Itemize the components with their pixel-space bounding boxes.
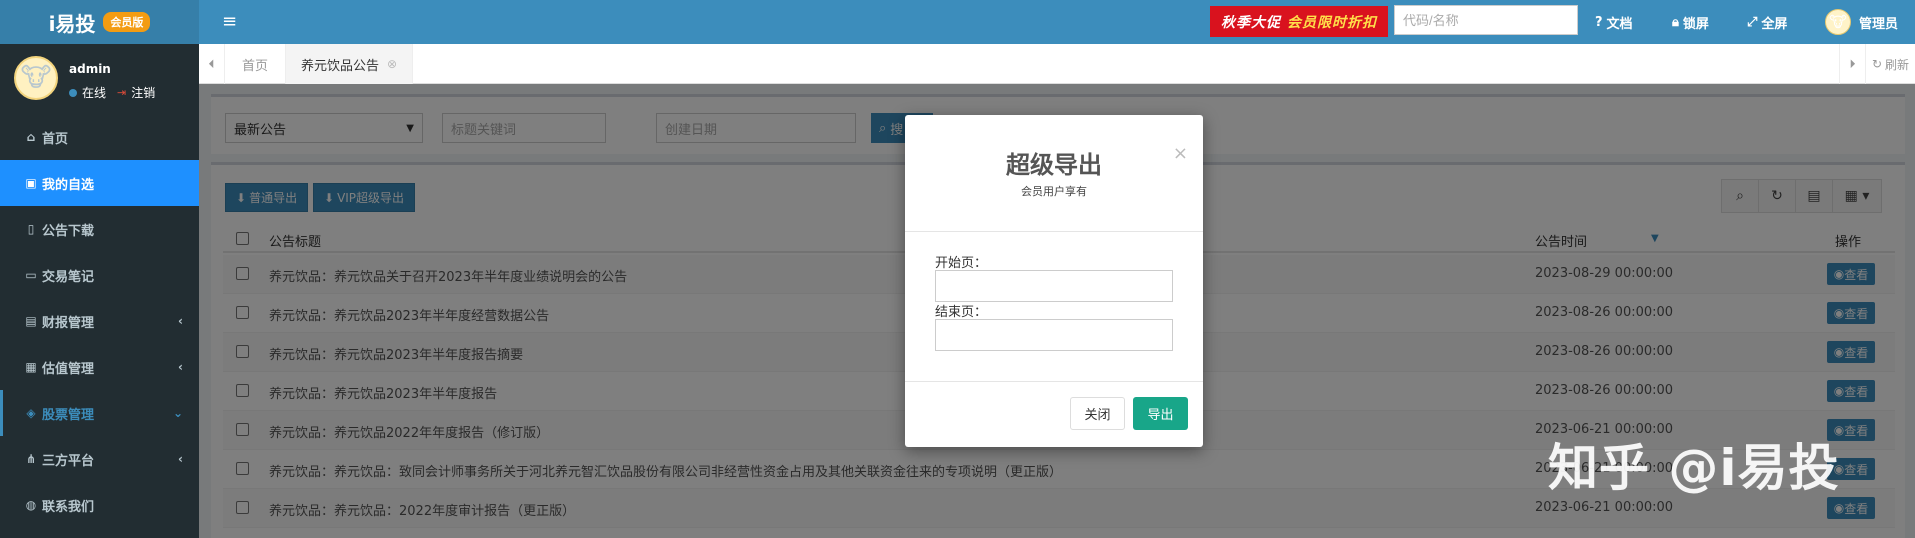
sidebar-item-label: 首页 (42, 131, 69, 147)
sidebar-item-watchlist[interactable]: ▣ 我的自选 (0, 160, 199, 206)
tab-close-icon[interactable]: ⊗ (387, 57, 397, 71)
modal-close-button[interactable]: 关闭 (1070, 397, 1125, 430)
sidebar: 🐮︎ admin 在线 ⇥ 注销 ⌂ 首页 ▣ 我的自选 ▯ 公告下载 ▭ 交易… (0, 44, 199, 538)
sidebar-item-label: 股票管理 (42, 407, 95, 423)
end-page-label: 结束页： (935, 305, 988, 320)
tabs-scroll-right-icon[interactable]: ⏵ (1839, 44, 1865, 84)
promo-main-text: 秋季大促 (1221, 14, 1281, 31)
chevron-down-icon: ⌄ (172, 406, 183, 420)
cube-icon: ◈ (26, 406, 36, 420)
sidebar-item-stock-management[interactable]: ◈ 股票管理 ⌄ (0, 390, 199, 436)
sidebar-toggle-icon[interactable]: ≡ (222, 12, 237, 32)
lock-icon: 🔒︎ (1672, 14, 1679, 30)
tab-label: 养元饮品公告 (301, 58, 380, 74)
sidebar-item-label: 估值管理 (42, 361, 95, 377)
sidebar-item-home[interactable]: ⌂ 首页 (0, 114, 199, 160)
sidebar-item-announcement-download[interactable]: ▯ 公告下载 (0, 206, 199, 252)
share-icon: ⋔ (25, 452, 37, 466)
sidebar-item-third-party[interactable]: ⋔ 三方平台 ‹ (0, 436, 199, 482)
start-page-input[interactable] (935, 270, 1173, 302)
refresh-label: 刷新 (1885, 57, 1910, 72)
lock-screen-link[interactable]: 🔒︎ 锁屏 (1672, 0, 1709, 44)
map-icon: ▯ (27, 222, 35, 236)
sidebar-item-label: 公告下载 (42, 223, 95, 239)
sidebar-item-label: 财报管理 (42, 315, 95, 331)
logout-link[interactable]: 注销 (131, 84, 155, 101)
online-status: 在线 (82, 86, 107, 100)
expand-icon: ⤢ (1747, 14, 1758, 30)
user-status: 在线 ⇥ 注销 (69, 84, 155, 101)
start-page-label: 开始页： (935, 256, 988, 271)
end-page-input[interactable] (935, 319, 1173, 351)
sidebar-item-label: 三方平台 (42, 453, 95, 469)
docs-link[interactable]: ? 文档 (1595, 0, 1633, 44)
sidebar-item-trade-notes[interactable]: ▭ 交易笔记 (0, 252, 199, 298)
sidebar-item-financial-reports[interactable]: ▤ 财报管理 ‹ (0, 298, 199, 344)
tabs-scroll-left-icon[interactable]: ⏴ (199, 44, 225, 84)
promo-banner[interactable]: 秋季大促 会员限时折扣 (1210, 6, 1388, 37)
book-icon: ▤ (25, 314, 37, 328)
chevron-left-icon: ‹ (178, 314, 183, 328)
chat-icon: ◍ (25, 498, 37, 512)
member-badge: 会员版 (103, 12, 151, 32)
refresh-icon: ↻ (1871, 57, 1883, 71)
fullscreen-label: 全屏 (1761, 16, 1788, 32)
tab-announcements[interactable]: 养元饮品公告 ⊗ (285, 44, 414, 84)
modal-header-divider (905, 231, 1203, 232)
folder-icon: ▭ (25, 268, 37, 282)
calculator-icon: ▦ (25, 360, 37, 374)
modal-title: 超级导出 (1006, 151, 1102, 179)
top-navbar: i易投 会员版 ≡ 秋季大促 会员限时折扣 ? 文档 🔒︎ 锁屏 ⤢ 全屏 🐮︎… (0, 0, 1915, 44)
page-tabs-bar: ⏴ 首页 养元饮品公告 ⊗ ⏵ ↻ 刷新 (199, 44, 1915, 84)
tab-home[interactable]: 首页 (227, 44, 283, 84)
lock-label: 锁屏 (1682, 16, 1709, 32)
question-icon: ? (1595, 14, 1603, 30)
promo-accent-text: 会员限时折扣 (1287, 14, 1377, 31)
docs-label: 文档 (1606, 16, 1633, 32)
user-panel: 🐮︎ admin 在线 ⇥ 注销 (0, 44, 199, 114)
sidebar-item-valuation[interactable]: ▦ 估值管理 ‹ (0, 344, 199, 390)
tab-label: 首页 (242, 58, 269, 74)
sidebar-item-label: 交易笔记 (42, 269, 95, 285)
super-export-modal: 超级导出 会员用户享有 × 开始页： 结束页： 关闭 导出 (905, 115, 1203, 447)
stock-search-input[interactable] (1394, 5, 1578, 35)
close-icon[interactable]: × (1173, 143, 1188, 164)
modal-subtitle: 会员用户享有 (1021, 185, 1087, 198)
watermark-text: 知乎 @i易投 (1548, 439, 1840, 497)
sidebar-item-label: 联系我们 (42, 499, 95, 515)
home-icon: ⌂ (26, 130, 36, 144)
chevron-left-icon: ‹ (178, 360, 183, 374)
modal-export-button[interactable]: 导出 (1133, 397, 1188, 430)
user-menu[interactable]: 🐮︎ 管理员 (1825, 0, 1898, 44)
user-menu-label: 管理员 (1859, 16, 1899, 32)
user-avatar: 🐮︎ (14, 56, 58, 100)
user-name: admin (69, 62, 111, 76)
modal-footer-divider (905, 381, 1203, 382)
fullscreen-link[interactable]: ⤢ 全屏 (1747, 0, 1787, 44)
app-logo[interactable]: i易投 会员版 (0, 0, 199, 44)
chevron-left-icon: ‹ (178, 452, 183, 466)
refresh-tab-button[interactable]: ↻ 刷新 (1865, 44, 1915, 84)
user-avatar-small: 🐮︎ (1825, 9, 1851, 35)
sidebar-item-label: 我的自选 (42, 177, 95, 193)
logout-icon[interactable]: ⇥ (117, 86, 126, 99)
sidebar-item-contact[interactable]: ◍ 联系我们 (0, 482, 199, 528)
bookmark-icon: ▣ (25, 176, 37, 190)
online-dot-icon (69, 88, 77, 97)
logo-text: i易投 (48, 11, 96, 36)
